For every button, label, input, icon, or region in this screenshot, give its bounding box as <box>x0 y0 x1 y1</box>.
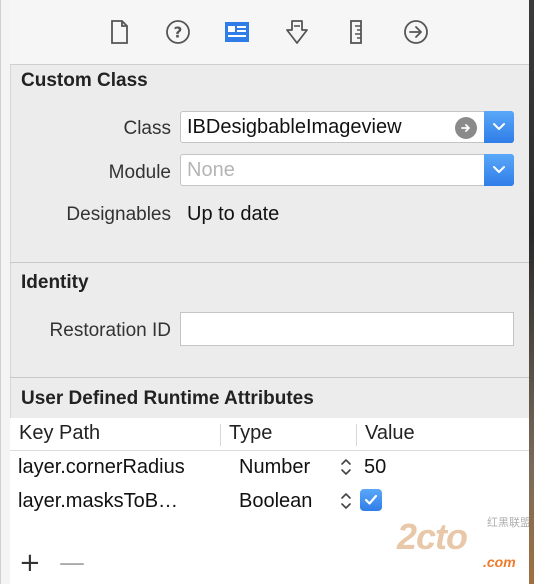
restoration-id-label: Restoration ID <box>49 320 171 341</box>
type-stepper-icon[interactable] <box>339 457 353 477</box>
watermark-sub: 红黑联盟 <box>487 517 531 529</box>
module-combobox[interactable]: None <box>180 154 514 186</box>
column-divider <box>356 424 357 446</box>
class-dropdown-button[interactable] <box>484 111 514 143</box>
class-combobox[interactable]: IBDesigbableImageview <box>180 111 514 143</box>
row2-type[interactable]: Boolean <box>239 490 312 513</box>
identity-title: Identity <box>21 272 89 293</box>
chevron-down-icon <box>493 123 505 130</box>
row2-value-checkbox[interactable] <box>360 489 382 511</box>
section-divider <box>10 262 530 263</box>
row2-key-path[interactable]: layer.masksToB… <box>18 490 178 513</box>
custom-class-title: Custom Class <box>21 70 148 91</box>
class-label: Class <box>123 118 171 139</box>
type-stepper-icon[interactable] <box>339 491 353 511</box>
attributes-icon[interactable] <box>282 17 312 47</box>
restoration-id-field[interactable] <box>180 312 514 346</box>
class-value[interactable]: IBDesigbableImageview <box>187 116 402 139</box>
row1-type[interactable]: Number <box>239 456 310 479</box>
add-attribute-button[interactable]: + <box>19 548 41 578</box>
designables-status: Up to date <box>187 203 280 225</box>
watermark-main: 2cto <box>397 516 468 557</box>
inspector-toolbar: ? <box>10 0 530 65</box>
row1-key-path[interactable]: layer.cornerRadius <box>18 456 185 479</box>
size-ruler-icon[interactable] <box>341 17 371 47</box>
adjacent-window-edge <box>529 0 534 584</box>
file-icon[interactable] <box>104 17 134 47</box>
column-header-value[interactable]: Value <box>365 422 415 445</box>
remove-attribute-button[interactable]: — <box>59 548 85 578</box>
chevron-down-icon <box>493 166 505 173</box>
connections-arrow-icon[interactable] <box>401 17 431 47</box>
svg-text:?: ? <box>174 24 183 42</box>
module-placeholder[interactable]: None <box>187 159 235 182</box>
runtime-attributes-title: User Defined Runtime Attributes <box>21 388 314 409</box>
watermark-url: .com <box>483 554 516 570</box>
column-header-key-path[interactable]: Key Path <box>19 422 100 445</box>
module-dropdown-button[interactable] <box>484 154 514 186</box>
module-label: Module <box>108 162 171 183</box>
column-divider <box>220 424 221 446</box>
designables-label: Designables <box>66 204 171 225</box>
identity-inspector-panel: ? Custom Class Class IBDesigbableImagevi… <box>0 0 531 584</box>
row1-value[interactable]: 50 <box>364 456 386 479</box>
checkmark-icon <box>364 494 378 505</box>
watermark-logo: 2cto 红黑联盟 .com <box>397 510 531 580</box>
column-header-type[interactable]: Type <box>229 422 272 445</box>
help-icon[interactable]: ? <box>163 17 193 47</box>
goto-arrow-icon[interactable] <box>455 117 477 139</box>
header-divider <box>10 450 530 451</box>
section-divider <box>10 377 530 378</box>
identity-inspector-icon[interactable] <box>222 17 252 47</box>
